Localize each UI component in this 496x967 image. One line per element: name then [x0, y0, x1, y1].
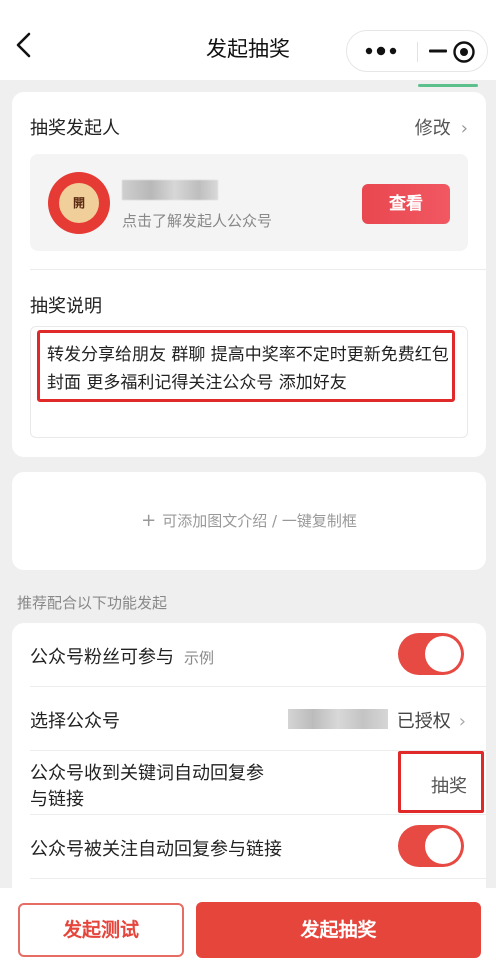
- view-button[interactable]: 查看: [362, 184, 450, 224]
- test-button[interactable]: 发起测试: [18, 903, 184, 957]
- organizer-info-box[interactable]: 開 点击了解发起人公众号 查看: [30, 154, 468, 251]
- follow-toggle[interactable]: [398, 825, 464, 867]
- description-text: 转发分享给朋友 群聊 提高中奖率不定时更新免费红包封面 更多福利记得关注公众号 …: [47, 345, 449, 393]
- target-icon[interactable]: [451, 39, 477, 65]
- auth-status-label: 已授权: [396, 711, 451, 732]
- chevron-right-icon: ›: [460, 118, 468, 139]
- avatar: 開: [48, 172, 110, 234]
- add-intro-label: 可添加图文介绍 / 一键复制框: [162, 512, 357, 530]
- organizer-name-redacted: [122, 180, 218, 200]
- section-hint: 推荐配合以下功能发起: [17, 594, 168, 612]
- fans-toggle[interactable]: [398, 633, 464, 675]
- more-icon[interactable]: [361, 41, 401, 61]
- bottom-action-bar: 发起测试 发起抽奖: [0, 888, 496, 967]
- chevron-right-icon: ›: [458, 711, 466, 732]
- add-intro-card[interactable]: + 可添加图文介绍 / 一键复制框: [12, 472, 486, 570]
- modify-label: 修改: [414, 118, 451, 139]
- setting-row-keyword: 公众号收到关键词自动回复参与链接 抽奖: [12, 751, 486, 815]
- nav-bar: 发起抽奖: [0, 0, 496, 80]
- organizer-title: 抽奖发起人: [30, 118, 120, 139]
- follow-reply-label: 公众号被关注自动回复参与链接: [30, 839, 282, 860]
- keyword-value: 抽奖: [431, 776, 467, 797]
- modify-link[interactable]: 修改 ›: [415, 114, 468, 140]
- scrolled-link-underline: [418, 84, 478, 87]
- divider: [30, 269, 486, 270]
- toggle-knob: [425, 828, 461, 864]
- setting-row-account[interactable]: 选择公众号 已授权 ›: [12, 687, 486, 751]
- account-label: 选择公众号: [30, 711, 120, 732]
- add-intro-link[interactable]: + 可添加图文介绍 / 一键复制框: [12, 510, 486, 531]
- plus-icon: +: [141, 510, 157, 531]
- keyword-reply-label: 公众号收到关键词自动回复参与链接: [30, 763, 264, 810]
- toggle-knob: [425, 636, 461, 672]
- minimize-icon[interactable]: [427, 41, 451, 61]
- description-title: 抽奖说明: [30, 296, 102, 317]
- organizer-description: 点击了解发起人公众号: [122, 212, 273, 230]
- row-divider: [30, 878, 486, 879]
- account-name-redacted: [288, 709, 388, 729]
- setting-label: 公众号粉丝可参与 示例: [30, 643, 214, 669]
- avatar-badge: 開: [59, 183, 99, 223]
- mini-program-capsule: [346, 30, 488, 72]
- capsule-divider: [417, 42, 418, 62]
- description-textarea[interactable]: 转发分享给朋友 群聊 提高中奖率不定时更新免费红包封面 更多福利记得关注公众号 …: [30, 326, 468, 438]
- fans-label: 公众号粉丝可参与: [30, 647, 174, 668]
- organizer-card: 抽奖发起人 修改 › 開 点击了解发起人公众号 查看 抽奖说明 转发分享给朋友 群…: [12, 92, 486, 457]
- setting-row-fans: 公众号粉丝可参与 示例: [12, 623, 486, 687]
- start-lottery-button[interactable]: 发起抽奖: [196, 902, 481, 958]
- example-link[interactable]: 示例: [184, 649, 214, 667]
- settings-card: 公众号粉丝可参与 示例 选择公众号 已授权 › 公众号收到关键词自动回复参与链接 抽…: [12, 623, 486, 903]
- setting-row-follow: 公众号被关注自动回复参与链接: [12, 815, 486, 879]
- keyword-highlight-box[interactable]: 抽奖: [398, 751, 484, 813]
- auth-status: 已授权 ›: [397, 707, 466, 733]
- scrolled-section-edge: [0, 80, 496, 92]
